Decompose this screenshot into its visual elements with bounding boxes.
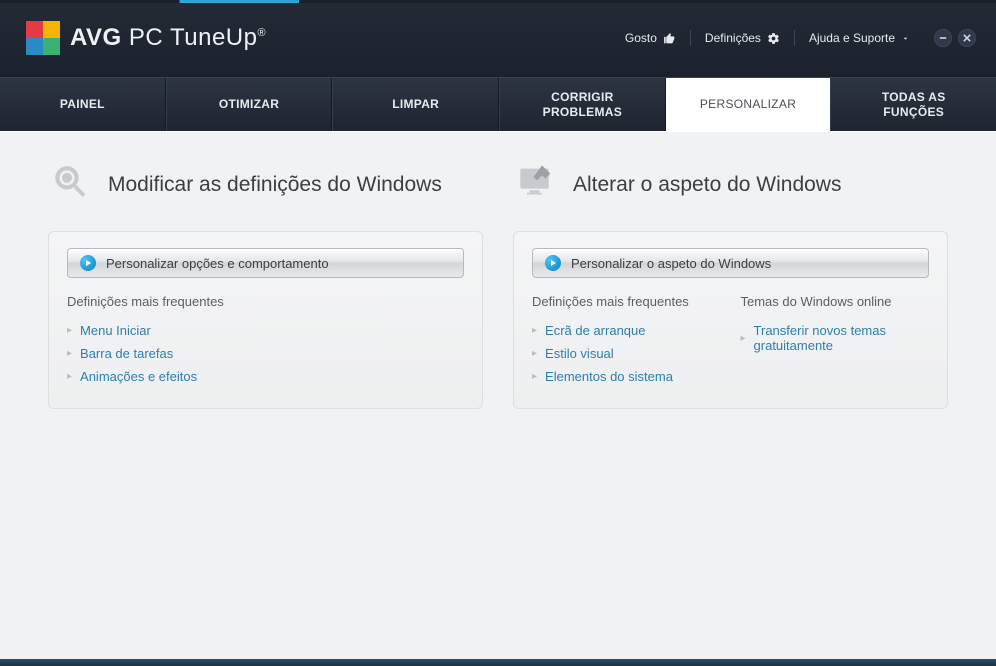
registered-mark: ® (257, 27, 266, 39)
panel-modify: Personalizar opções e comportamento Defi… (48, 231, 483, 409)
personalize-appearance-button[interactable]: Personalizar o aspeto do Windows (532, 248, 929, 278)
tab-label: CORRIGIR PROBLEMAS (532, 90, 632, 119)
gear-icon (767, 32, 780, 45)
list-item: ▸ Transferir novos temas gratuitamente (741, 319, 930, 357)
play-icon (545, 255, 561, 271)
sub-heading: Definições mais frequentes (532, 294, 721, 309)
tab-label: LIMPAR (392, 97, 439, 111)
caret-down-icon (901, 34, 910, 43)
gear-search-icon (52, 162, 92, 207)
panel-btn-label: Personalizar o aspeto do Windows (571, 256, 771, 271)
link-menu-iniciar[interactable]: Menu Iniciar (80, 323, 151, 338)
link-list-right-a: ▸ Ecrã de arranque ▸ Estilo visual ▸ Elemen… (532, 319, 721, 388)
link-list-left: ▸ Menu Iniciar ▸ Barra de tarefas ▸ Animaçõ… (67, 319, 464, 388)
personalize-options-button[interactable]: Personalizar opções e comportamento (67, 248, 464, 278)
like-label: Gosto (625, 31, 657, 45)
logo-brand: AVG (70, 24, 122, 51)
sub-heading: Definições mais frequentes (67, 294, 464, 309)
tab-otimizar[interactable]: OTIMIZAR (166, 78, 333, 131)
list-item: ▸ Ecrã de arranque (532, 319, 721, 342)
like-button[interactable]: Gosto (625, 31, 676, 45)
link-transferir-temas[interactable]: Transferir novos temas gratuitamente (754, 323, 929, 353)
settings-button[interactable]: Definições (705, 31, 780, 45)
tab-personalizar[interactable]: PERSONALIZAR (666, 78, 831, 131)
link-barra-tarefas[interactable]: Barra de tarefas (80, 346, 173, 361)
tab-corrigir[interactable]: CORRIGIR PROBLEMAS (499, 78, 666, 131)
logo-product: PC TuneUp (129, 24, 258, 51)
link-animacoes[interactable]: Animações e efeitos (80, 369, 197, 384)
list-item: ▸ Barra de tarefas (67, 342, 464, 365)
titlebar-right: Gosto Definições Ajuda e Suporte (625, 29, 976, 47)
list-item: ▸ Animações e efeitos (67, 365, 464, 388)
two-columns: Definições mais frequentes ▸ Ecrã de arra… (532, 294, 929, 388)
list-item: ▸ Menu Iniciar (67, 319, 464, 342)
tab-limpar[interactable]: LIMPAR (332, 78, 499, 131)
tab-label: TODAS AS FUNÇÕES (864, 90, 964, 119)
chevron-right-icon: ▸ (532, 371, 537, 382)
chevron-right-icon: ▸ (741, 333, 746, 344)
col-a: Definições mais frequentes ▸ Ecrã de arra… (532, 294, 721, 388)
section-header-modify: Modificar as definições do Windows (48, 162, 483, 207)
titlebar: AVG PC TuneUp® Gosto Definições Ajuda e … (0, 3, 996, 77)
link-estilo-visual[interactable]: Estilo visual (545, 346, 614, 361)
link-ecra-arranque[interactable]: Ecrã de arranque (545, 323, 645, 338)
tab-label: OTIMIZAR (219, 97, 279, 111)
panel-btn-label: Personalizar opções e comportamento (106, 256, 329, 271)
tab-painel[interactable]: PAINEL (0, 78, 166, 131)
content-area: Modificar as definições do Windows Perso… (0, 131, 996, 659)
column-right: Alterar o aspeto do Windows Personalizar… (513, 162, 948, 629)
section-title: Alterar o aspeto do Windows (573, 173, 841, 197)
panel-appearance: Personalizar o aspeto do Windows Definiç… (513, 231, 948, 409)
sub-heading: Temas do Windows online (741, 294, 930, 309)
tab-label: PAINEL (60, 97, 105, 111)
avg-logo-icon (26, 21, 60, 55)
list-item: ▸ Estilo visual (532, 342, 721, 365)
separator (690, 30, 691, 46)
help-button[interactable]: Ajuda e Suporte (809, 31, 910, 45)
app-window: AVG PC TuneUp® Gosto Definições Ajuda e … (0, 0, 996, 666)
bottom-bar (0, 659, 996, 666)
close-button[interactable] (958, 29, 976, 47)
main-nav: PAINEL OTIMIZAR LIMPAR CORRIGIR PROBLEMA… (0, 77, 996, 131)
column-left: Modificar as definições do Windows Perso… (48, 162, 483, 629)
col-b: Temas do Windows online ▸ Transferir novo… (741, 294, 930, 388)
link-elementos-sistema[interactable]: Elementos do sistema (545, 369, 673, 384)
chevron-right-icon: ▸ (532, 325, 537, 336)
list-item: ▸ Elementos do sistema (532, 365, 721, 388)
help-label: Ajuda e Suporte (809, 31, 895, 45)
play-icon (80, 255, 96, 271)
thumbs-up-icon (663, 32, 676, 45)
brush-monitor-icon (517, 162, 557, 207)
settings-label: Definições (705, 31, 761, 45)
window-controls (934, 29, 976, 47)
section-header-appearance: Alterar o aspeto do Windows (513, 162, 948, 207)
chevron-right-icon: ▸ (532, 348, 537, 359)
chevron-right-icon: ▸ (67, 371, 72, 382)
separator (794, 30, 795, 46)
minimize-button[interactable] (934, 29, 952, 47)
logo-area: AVG PC TuneUp® (26, 21, 266, 55)
tab-todas-funcoes[interactable]: TODAS AS FUNÇÕES (830, 78, 996, 131)
chevron-right-icon: ▸ (67, 348, 72, 359)
link-list-right-b: ▸ Transferir novos temas gratuitamente (741, 319, 930, 357)
section-title: Modificar as definições do Windows (108, 173, 442, 197)
app-title: AVG PC TuneUp® (70, 24, 266, 52)
tab-label: PERSONALIZAR (700, 97, 796, 111)
chevron-right-icon: ▸ (67, 325, 72, 336)
